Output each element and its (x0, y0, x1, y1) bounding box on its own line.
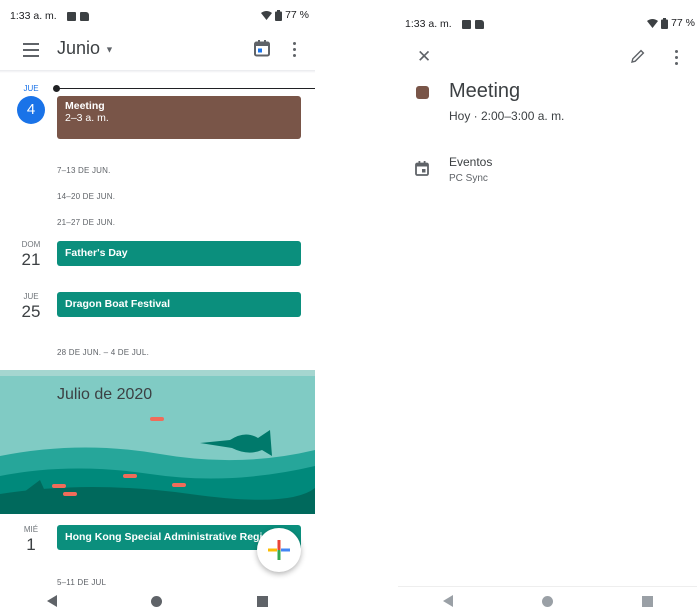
system-nav-bar (0, 589, 315, 613)
month-banner: Julio de 2020 (0, 370, 315, 514)
day-weekday: MIÉ (23, 525, 39, 534)
battery-level: 77 % (671, 17, 695, 29)
calendar-icon (415, 161, 429, 181)
calendar-name: Eventos (449, 155, 493, 169)
day-number[interactable]: 1 (16, 535, 46, 555)
today-date-circle[interactable]: 4 (17, 96, 45, 124)
caret-down-icon[interactable]: ▼ (105, 44, 114, 54)
week-header: 5–11 DE JUL (57, 578, 107, 587)
now-indicator-line (57, 88, 315, 89)
week-header: 28 DE JUN. – 4 DE JUL. (57, 348, 149, 357)
wifi-icon (647, 18, 659, 28)
toolbar-divider (0, 70, 315, 73)
close-icon[interactable]: ✕ (417, 48, 431, 65)
image-notification-icon (66, 11, 76, 21)
calendar-schedule-screen: 1:33 a. m. 77 % Junio ▼ JUE 4 Meeting 2–… (0, 0, 315, 613)
back-icon[interactable] (442, 595, 453, 607)
week-header: 7–13 DE JUN. (57, 166, 111, 175)
wifi-icon (261, 10, 273, 20)
event-time: 2–3 a. m. (65, 112, 109, 124)
home-icon[interactable] (151, 595, 163, 607)
event-color-swatch (416, 86, 429, 99)
fathers-day-event-chip[interactable]: Father's Day (57, 241, 301, 266)
today-calendar-icon[interactable] (254, 40, 270, 62)
more-vert-icon[interactable] (293, 42, 296, 60)
month-label[interactable]: Junio (57, 38, 100, 58)
status-bar: 1:33 a. m. (10, 10, 89, 22)
back-icon[interactable] (47, 595, 58, 607)
status-time: 1:33 a. m. (10, 10, 57, 22)
day-number[interactable]: 25 (16, 302, 46, 322)
status-right: 77 % (647, 17, 695, 29)
calendar-account: PC Sync (449, 173, 488, 184)
image-notification-icon (461, 19, 471, 29)
dragon-boat-event-chip[interactable]: Dragon Boat Festival (57, 292, 301, 317)
week-header: 21–27 DE JUN. (57, 218, 116, 227)
status-time: 1:33 a. m. (405, 18, 452, 30)
create-event-fab[interactable] (257, 528, 301, 572)
sd-card-icon (474, 19, 484, 29)
battery-icon (661, 17, 669, 29)
battery-icon (275, 9, 283, 21)
home-icon[interactable] (541, 595, 553, 607)
event-title: Meeting (65, 100, 105, 112)
banner-title: Julio de 2020 (57, 386, 153, 403)
event-when: Hoy · 2:00–3:00 a. m. (449, 109, 565, 123)
add-icon[interactable] (257, 528, 301, 572)
event-title: Meeting (449, 80, 521, 102)
week-header: 14–20 DE JUN. (57, 192, 116, 201)
today-weekday: JUE (23, 84, 39, 93)
meeting-event-chip[interactable]: Meeting 2–3 a. m. (57, 96, 301, 139)
day-number[interactable]: 21 (16, 250, 46, 270)
nav-divider (398, 586, 697, 587)
sd-card-icon (79, 11, 89, 21)
month-selector[interactable]: Junio ▼ (57, 38, 114, 59)
day-weekday: DOM (21, 240, 41, 249)
ocean-illustration (0, 370, 315, 514)
event-detail-screen: 1:33 a. m. 77 % ✕ Meeting Hoy · 2:00–3:0… (398, 0, 697, 613)
menu-icon[interactable] (23, 43, 39, 61)
recents-icon[interactable] (256, 595, 268, 607)
recents-icon[interactable] (641, 595, 653, 607)
day-weekday: JUE (23, 292, 39, 301)
edit-pencil-icon[interactable] (631, 49, 645, 68)
battery-level: 77 % (285, 9, 309, 21)
status-right: 77 % (261, 9, 309, 21)
more-vert-icon[interactable] (675, 50, 678, 68)
system-nav-bar (398, 589, 697, 613)
status-bar: 1:33 a. m. (405, 18, 484, 30)
